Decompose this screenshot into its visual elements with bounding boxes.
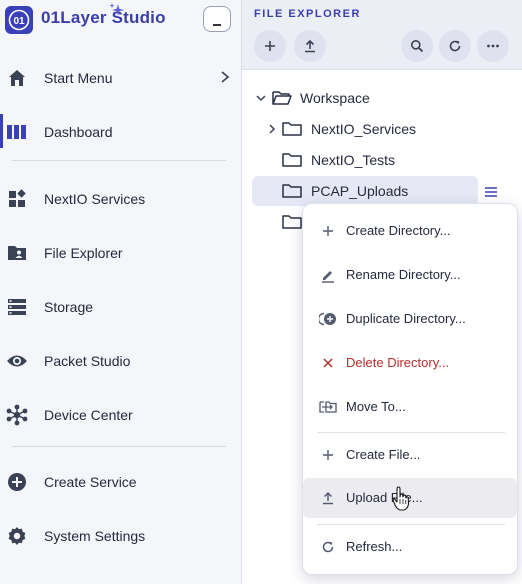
menu-item-refresh[interactable]: Refresh... (303, 527, 517, 567)
tree-item-label: NextIO_Services (311, 121, 417, 137)
refresh-icon (449, 40, 461, 52)
services-icon (6, 188, 28, 210)
menu-item-label: Duplicate Directory... (346, 311, 466, 326)
upload-button[interactable] (294, 30, 326, 62)
folder-open-icon (272, 91, 292, 105)
menu-item-create-directory[interactable]: Create Directory... (303, 211, 517, 251)
brand-name: 01Layer Studio (41, 8, 166, 27)
chevron-right-icon[interactable] (266, 123, 278, 135)
menu-item-label: Delete Directory... (346, 355, 450, 370)
upload-icon (319, 490, 337, 506)
sidebar-item-label: Start Menu (44, 70, 113, 86)
menu-item-label: Upload File... (346, 490, 423, 505)
menu-item-label: Rename Directory... (346, 267, 461, 282)
chevron-right-icon (221, 71, 230, 83)
sidebar-item-device-center[interactable]: Device Center (0, 393, 242, 437)
plus-icon (265, 41, 275, 51)
tree-item-label: NextIO_Tests (311, 152, 396, 168)
sidebar-item-label: Device Center (44, 407, 133, 423)
eye-icon (6, 350, 28, 372)
tree-item-nextio-services[interactable]: NextIO_Services (252, 114, 508, 144)
device-hub-icon (6, 404, 28, 426)
sidebar-item-label: Create Service (44, 474, 137, 490)
sidebar-item-packet-studio[interactable]: Packet Studio (0, 339, 242, 383)
sidebar-item-dashboard[interactable]: Dashboard (0, 110, 242, 154)
menu-item-upload-file[interactable]: Upload File... (303, 478, 517, 518)
plus-icon (319, 223, 337, 239)
menu-divider (317, 524, 505, 525)
menu-item-duplicate-directory[interactable]: Duplicate Directory... (303, 299, 517, 339)
menu-divider (317, 432, 505, 433)
menu-item-rename-directory[interactable]: Rename Directory... (303, 255, 517, 295)
dashboard-icon (6, 121, 28, 143)
more-button[interactable] (477, 30, 509, 62)
menu-item-move-to[interactable]: Move To... (303, 387, 517, 427)
sidebar-item-label: System Settings (44, 528, 146, 544)
tree-item-workspace[interactable]: Workspace (252, 83, 508, 113)
menu-item-label: Move To... (346, 399, 406, 414)
move-icon (319, 399, 337, 415)
folder-user-icon (6, 242, 28, 264)
search-icon (411, 40, 424, 53)
gear-icon (6, 525, 28, 547)
add-button[interactable] (254, 30, 286, 62)
sidebar-item-create-service[interactable]: Create Service (0, 460, 242, 504)
sidebar-item-label: Storage (44, 299, 94, 315)
tree-item-nextio-tests[interactable]: NextIO_Tests (252, 145, 508, 175)
explorer-header: FILE EXPLORER (242, 0, 522, 70)
sidebar-item-nextio-services[interactable]: NextIO Services (0, 177, 242, 221)
rename-icon (319, 267, 337, 283)
divider (12, 446, 226, 447)
sidebar-item-label: File Explorer (44, 245, 123, 261)
context-menu: Create Directory... Rename Directory... … (302, 203, 518, 575)
sidebar-item-label: NextIO Services (44, 191, 146, 207)
duplicate-icon (319, 311, 337, 327)
sparkle-icon (109, 3, 124, 16)
tree-item-label: Workspace (300, 90, 370, 106)
tree-item-label: PCAP_Uploads (311, 183, 409, 199)
search-button[interactable] (401, 30, 433, 62)
svg-text:01: 01 (13, 16, 25, 27)
folder-icon (282, 184, 302, 198)
menu-item-delete-directory[interactable]: Delete Directory... (303, 343, 517, 383)
folder-icon (282, 153, 302, 167)
upload-icon (305, 39, 315, 53)
brand: 01 01Layer Studio (0, 0, 242, 40)
sidebar-item-start-menu[interactable]: Start Menu (0, 56, 242, 100)
delete-icon (319, 355, 337, 371)
brand-logo: 01 (5, 6, 33, 34)
refresh-icon (319, 539, 337, 555)
menu-item-label: Refresh... (346, 539, 403, 554)
plus-icon (319, 447, 337, 463)
menu-item-label: Create File... (346, 447, 421, 462)
collapse-sidebar-button[interactable] (203, 6, 231, 32)
folder-icon (282, 122, 302, 136)
divider (12, 160, 226, 161)
sidebar-item-label: Dashboard (44, 124, 113, 140)
sidebar: 01 01Layer Studio Start Menu Dashboard N… (0, 0, 242, 584)
menu-item-create-file[interactable]: Create File... (303, 435, 517, 475)
sidebar-item-label: Packet Studio (44, 353, 131, 369)
sidebar-item-file-explorer[interactable]: File Explorer (0, 231, 242, 275)
menu-item-label: Create Directory... (346, 223, 451, 238)
home-icon (6, 67, 28, 89)
storage-icon (6, 296, 28, 318)
folder-icon (282, 215, 302, 229)
section-title: FILE EXPLORER (254, 8, 361, 20)
row-menu-icon[interactable] (482, 184, 500, 200)
tree-item-pcap-uploads[interactable]: PCAP_Uploads (252, 176, 478, 206)
chevron-down-icon[interactable] (255, 92, 267, 104)
more-horizontal-icon (487, 44, 499, 48)
hand-cursor-icon (392, 486, 410, 511)
refresh-button[interactable] (439, 30, 471, 62)
sidebar-item-storage[interactable]: Storage (0, 285, 242, 329)
add-circle-icon (6, 471, 28, 493)
sidebar-item-system-settings[interactable]: System Settings (0, 514, 242, 558)
